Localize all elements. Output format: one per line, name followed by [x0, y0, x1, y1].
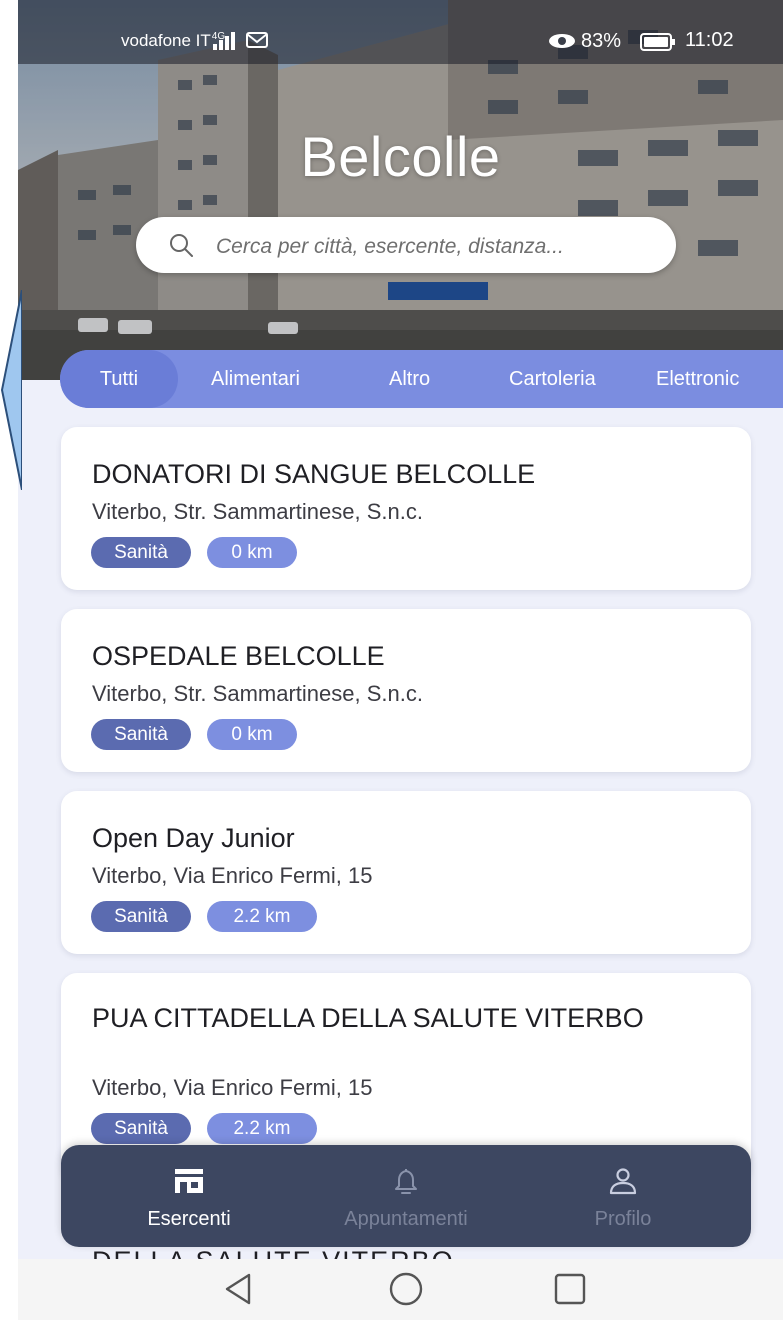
tab-altro[interactable]: Altro [389, 368, 430, 391]
nav-appuntamenti[interactable]: Appuntamenti [316, 1145, 496, 1247]
search-icon [170, 234, 193, 257]
status-bar: vodafone IT4G 83% 11:02 [18, 0, 783, 64]
page-title: Belcolle [300, 125, 501, 188]
list-item[interactable]: DONATORI DI SANGUE BELCOLLE Viterbo, Str… [61, 427, 751, 590]
listing-name: PUA CITTADELLA DELLA SALUTE VITERBO [92, 1003, 644, 1033]
category-badge: Sanità [91, 1113, 191, 1144]
annotation-arrow-shape [0, 290, 22, 490]
signal-icon [213, 32, 235, 50]
bottom-navigation: Esercenti Appuntamenti Profilo [61, 1145, 751, 1247]
listing-address: Viterbo, Str. Sammartinese, S.n.c. [92, 499, 423, 524]
list-item[interactable]: Open Day Junior Viterbo, Via Enrico Ferm… [61, 791, 751, 954]
eye-comfort-icon [549, 34, 575, 48]
nav-label: Esercenti [147, 1208, 231, 1230]
category-tabs: Tutti Alimentari Altro Cartoleria Elettr… [60, 350, 783, 408]
distance-badge: 0 km [207, 537, 297, 568]
tab-tutti[interactable]: Tutti [60, 350, 178, 408]
listing-address: Viterbo, Str. Sammartinese, S.n.c. [92, 681, 423, 706]
bell-icon [395, 1169, 417, 1194]
nav-label: Appuntamenti [344, 1208, 468, 1230]
store-icon [175, 1169, 203, 1193]
search-bar[interactable]: Cerca per città, esercente, distanza... [136, 217, 676, 273]
home-icon[interactable] [389, 1272, 423, 1306]
tab-alimentari[interactable]: Alimentari [211, 368, 300, 391]
recent-apps-icon[interactable] [554, 1273, 586, 1305]
back-icon[interactable] [223, 1272, 253, 1306]
distance-badge: 0 km [207, 719, 297, 750]
battery-percentage: 83% [581, 30, 622, 52]
listing-name: Open Day Junior [92, 823, 295, 853]
listing-name: DONATORI DI SANGUE BELCOLLE [92, 459, 536, 489]
nav-esercenti[interactable]: Esercenti [99, 1145, 279, 1247]
gmail-notification-icon [246, 32, 268, 48]
search-input[interactable]: Cerca per città, esercente, distanza... [216, 235, 656, 259]
category-badge: Sanità [91, 719, 191, 750]
tab-cartoleria[interactable]: Cartoleria [509, 368, 596, 391]
nav-profilo[interactable]: Profilo [533, 1145, 713, 1247]
distance-badge: 2.2 km [207, 1113, 317, 1144]
tab-elettronica[interactable]: Elettronic [656, 368, 739, 391]
carrier-label: vodafone IT4G [121, 31, 226, 50]
clock: 11:02 [685, 29, 734, 51]
category-badge: Sanità [91, 537, 191, 568]
category-badge: Sanità [91, 901, 191, 932]
hero-header: vodafone IT4G 83% 11:02 Belcolle Cerca p… [18, 0, 783, 380]
battery-icon [640, 33, 675, 51]
listing-name: OSPEDALE BELCOLLE [92, 641, 385, 671]
system-navigation-bar [18, 1259, 783, 1320]
list-item[interactable]: OSPEDALE BELCOLLE Viterbo, Str. Sammarti… [61, 609, 751, 772]
listing-address: Viterbo, Via Enrico Fermi, 15 [92, 1075, 373, 1100]
app-screen: vodafone IT4G 83% 11:02 Belcolle Cerca p… [18, 0, 783, 1320]
distance-badge: 2.2 km [207, 901, 317, 932]
listing-address: Viterbo, Via Enrico Fermi, 15 [92, 863, 373, 888]
user-icon [609, 1168, 637, 1195]
nav-label: Profilo [594, 1208, 652, 1230]
